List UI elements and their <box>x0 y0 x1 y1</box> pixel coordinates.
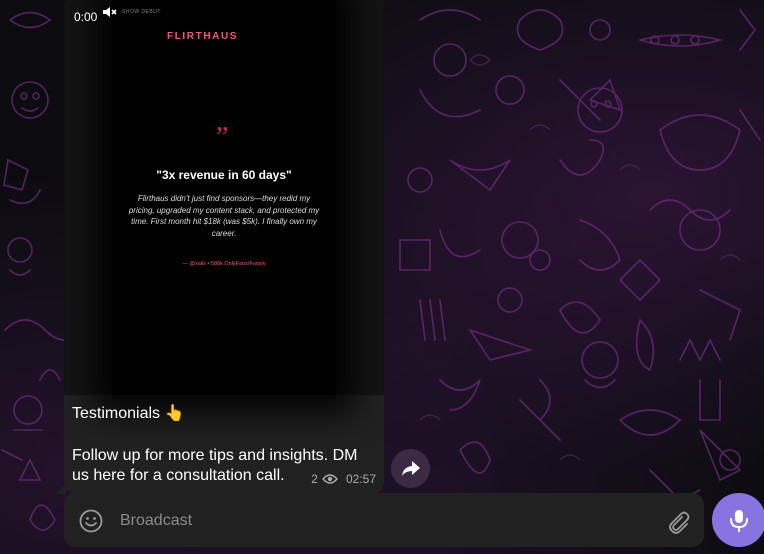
speaker-muted-icon[interactable] <box>102 6 118 21</box>
message-bubble[interactable]: FLIRTHAUS ” "3x revenue in 60 days" Flir… <box>64 0 384 494</box>
video-timestamp: 0:00 <box>74 10 98 24</box>
emoji-icon <box>79 509 103 533</box>
paperclip-icon <box>669 511 690 534</box>
emoji-button[interactable] <box>78 508 104 534</box>
microphone-button[interactable] <box>712 493 764 547</box>
message-meta: 2 02:57 <box>311 472 376 486</box>
video-frame[interactable]: FLIRTHAUS ” "3x revenue in 60 days" Flir… <box>112 0 336 395</box>
message-composer <box>64 493 704 547</box>
message-time: 02:57 <box>345 472 376 486</box>
video-brand-text: FLIRTHAUS <box>167 31 239 42</box>
share-icon <box>401 460 420 476</box>
eye-icon <box>322 473 338 485</box>
attach-button[interactable] <box>664 509 690 535</box>
video-quote-mark: ” <box>216 122 229 153</box>
video-headline: "3x revenue in 60 days" <box>156 168 292 182</box>
broadcast-input[interactable] <box>118 507 642 535</box>
video-tiny-label: SHOW DEBUT <box>122 9 161 15</box>
microphone-icon <box>730 510 748 532</box>
caption-line-testimonials: Testimonials 👆 <box>72 405 185 422</box>
view-count: 2 <box>311 472 318 486</box>
share-button[interactable] <box>391 449 430 488</box>
video-message[interactable]: FLIRTHAUS ” "3x revenue in 60 days" Flir… <box>64 0 384 395</box>
video-attribution: — @xalis • 580k OnlyFans/Fansly <box>182 261 266 267</box>
video-body-text: Flirthaus didn't just find sponsors—they… <box>128 194 320 238</box>
